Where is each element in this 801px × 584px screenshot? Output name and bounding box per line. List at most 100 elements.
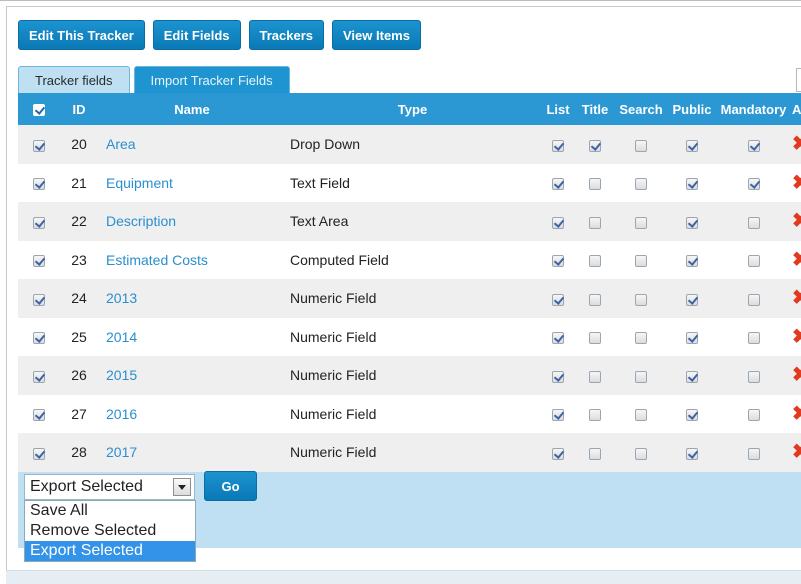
search-checkbox[interactable] [635, 332, 647, 345]
mandatory-checkbox[interactable] [747, 409, 760, 422]
search-checkbox[interactable] [635, 447, 647, 460]
title-checkbox[interactable] [589, 178, 601, 191]
trackers-button[interactable]: Trackers [248, 20, 324, 50]
title-checkbox[interactable] [589, 216, 601, 229]
tab-tracker-fields[interactable]: Tracker fields [18, 66, 130, 93]
delete-x-icon[interactable]: ✖ [792, 249, 801, 271]
public-checkbox[interactable] [686, 139, 698, 152]
select-all-checkbox[interactable] [33, 104, 45, 117]
delete-x-icon[interactable]: ✖ [792, 172, 801, 194]
public-checkbox[interactable] [686, 255, 698, 268]
edit-this-tracker-button[interactable]: Edit This Tracker [18, 20, 145, 50]
list-checkbox[interactable] [552, 255, 564, 268]
title-cell [577, 279, 613, 318]
delete-x-icon[interactable]: ✖ [792, 364, 801, 386]
title-checkbox[interactable] [589, 409, 601, 422]
field-name-link[interactable]: 2013 [98, 279, 286, 318]
mandatory-checkbox[interactable] [747, 370, 760, 383]
field-name-link[interactable]: Equipment [98, 163, 286, 202]
search-checkbox[interactable] [635, 293, 647, 306]
option-remove-selected[interactable]: Remove Selected [25, 521, 195, 541]
list-checkbox[interactable] [552, 178, 564, 191]
public-checkbox[interactable] [686, 178, 698, 191]
edit-fields-button[interactable]: Edit Fields [152, 20, 241, 50]
public-checkbox[interactable] [686, 293, 698, 306]
delete-x-icon[interactable]: ✖ [792, 133, 801, 155]
public-checkbox[interactable] [686, 332, 698, 345]
row-select-checkbox[interactable] [33, 139, 45, 152]
row-select-checkbox[interactable] [33, 293, 45, 306]
go-button[interactable]: Go [204, 471, 257, 501]
row-select-checkbox[interactable] [33, 178, 45, 191]
row-select-checkbox[interactable] [33, 216, 45, 229]
row-select-checkbox[interactable] [33, 332, 45, 345]
public-checkbox[interactable] [686, 447, 698, 460]
header-type[interactable]: Type [286, 93, 539, 125]
list-checkbox[interactable] [552, 139, 564, 152]
title-checkbox[interactable] [589, 370, 601, 383]
header-title: Title [577, 93, 613, 125]
field-id: 25 [60, 317, 98, 356]
row-select-checkbox[interactable] [33, 447, 45, 460]
mandatory-checkbox[interactable] [747, 447, 760, 460]
search-checkbox[interactable] [635, 409, 647, 422]
title-checkbox[interactable] [589, 293, 601, 306]
search-checkbox[interactable] [635, 139, 647, 152]
field-name-link[interactable]: Description [98, 202, 286, 241]
field-type: Drop Down [286, 125, 539, 164]
list-cell [539, 433, 577, 472]
delete-x-icon[interactable]: ✖ [792, 403, 801, 425]
mandatory-checkbox[interactable] [747, 293, 760, 306]
mandatory-checkbox[interactable] [747, 178, 760, 191]
mandatory-checkbox[interactable] [747, 255, 760, 268]
view-items-button[interactable]: View Items [332, 20, 421, 50]
mandatory-checkbox[interactable] [747, 216, 760, 229]
row-select-checkbox[interactable] [33, 370, 45, 383]
list-checkbox[interactable] [552, 409, 564, 422]
row-select-checkbox[interactable] [33, 255, 45, 268]
title-checkbox[interactable] [589, 447, 601, 460]
list-checkbox[interactable] [552, 370, 564, 383]
tab-import-tracker-fields[interactable]: Import Tracker Fields [133, 66, 290, 93]
field-name-link[interactable]: Estimated Costs [98, 240, 286, 279]
row-select-checkbox[interactable] [33, 409, 45, 422]
chevron-down-icon[interactable] [173, 478, 191, 496]
list-checkbox[interactable] [552, 216, 564, 229]
header-name[interactable]: Name [98, 93, 286, 125]
top-border [0, 0, 801, 1]
public-checkbox[interactable] [686, 216, 698, 229]
mandatory-checkbox[interactable] [747, 332, 760, 345]
title-checkbox[interactable] [589, 255, 601, 268]
search-checkbox[interactable] [635, 178, 647, 191]
public-checkbox[interactable] [686, 370, 698, 383]
field-name-link[interactable]: 2017 [98, 433, 286, 472]
option-save-all[interactable]: Save All [25, 501, 195, 521]
delete-x-icon[interactable]: ✖ [792, 326, 801, 348]
delete-cell: ✖ [792, 125, 801, 164]
delete-x-icon[interactable]: ✖ [792, 441, 801, 463]
option-export-selected[interactable]: Export Selected [25, 541, 195, 561]
search-checkbox[interactable] [635, 370, 647, 383]
title-checkbox[interactable] [589, 332, 601, 345]
header-id[interactable]: ID [60, 93, 98, 125]
list-checkbox[interactable] [552, 293, 564, 306]
public-checkbox[interactable] [686, 409, 698, 422]
list-cell [539, 202, 577, 241]
search-checkbox[interactable] [635, 216, 647, 229]
footer-band [6, 570, 801, 584]
mandatory-checkbox[interactable] [747, 139, 760, 152]
title-checkbox[interactable] [589, 139, 601, 152]
list-checkbox[interactable] [552, 447, 564, 460]
search-checkbox[interactable] [635, 255, 647, 268]
bulk-action-select[interactable]: Export Selected [24, 474, 195, 500]
cropped-edge-control[interactable] [796, 68, 801, 92]
mandatory-cell [715, 279, 792, 318]
field-name-link[interactable]: 2015 [98, 356, 286, 395]
field-name-link[interactable]: 2016 [98, 394, 286, 433]
field-name-link[interactable]: Area [98, 125, 286, 164]
list-checkbox[interactable] [552, 332, 564, 345]
delete-x-icon[interactable]: ✖ [792, 210, 801, 232]
field-name-link[interactable]: 2014 [98, 317, 286, 356]
delete-x-icon[interactable]: ✖ [792, 287, 801, 309]
row-select-cell [18, 125, 60, 164]
